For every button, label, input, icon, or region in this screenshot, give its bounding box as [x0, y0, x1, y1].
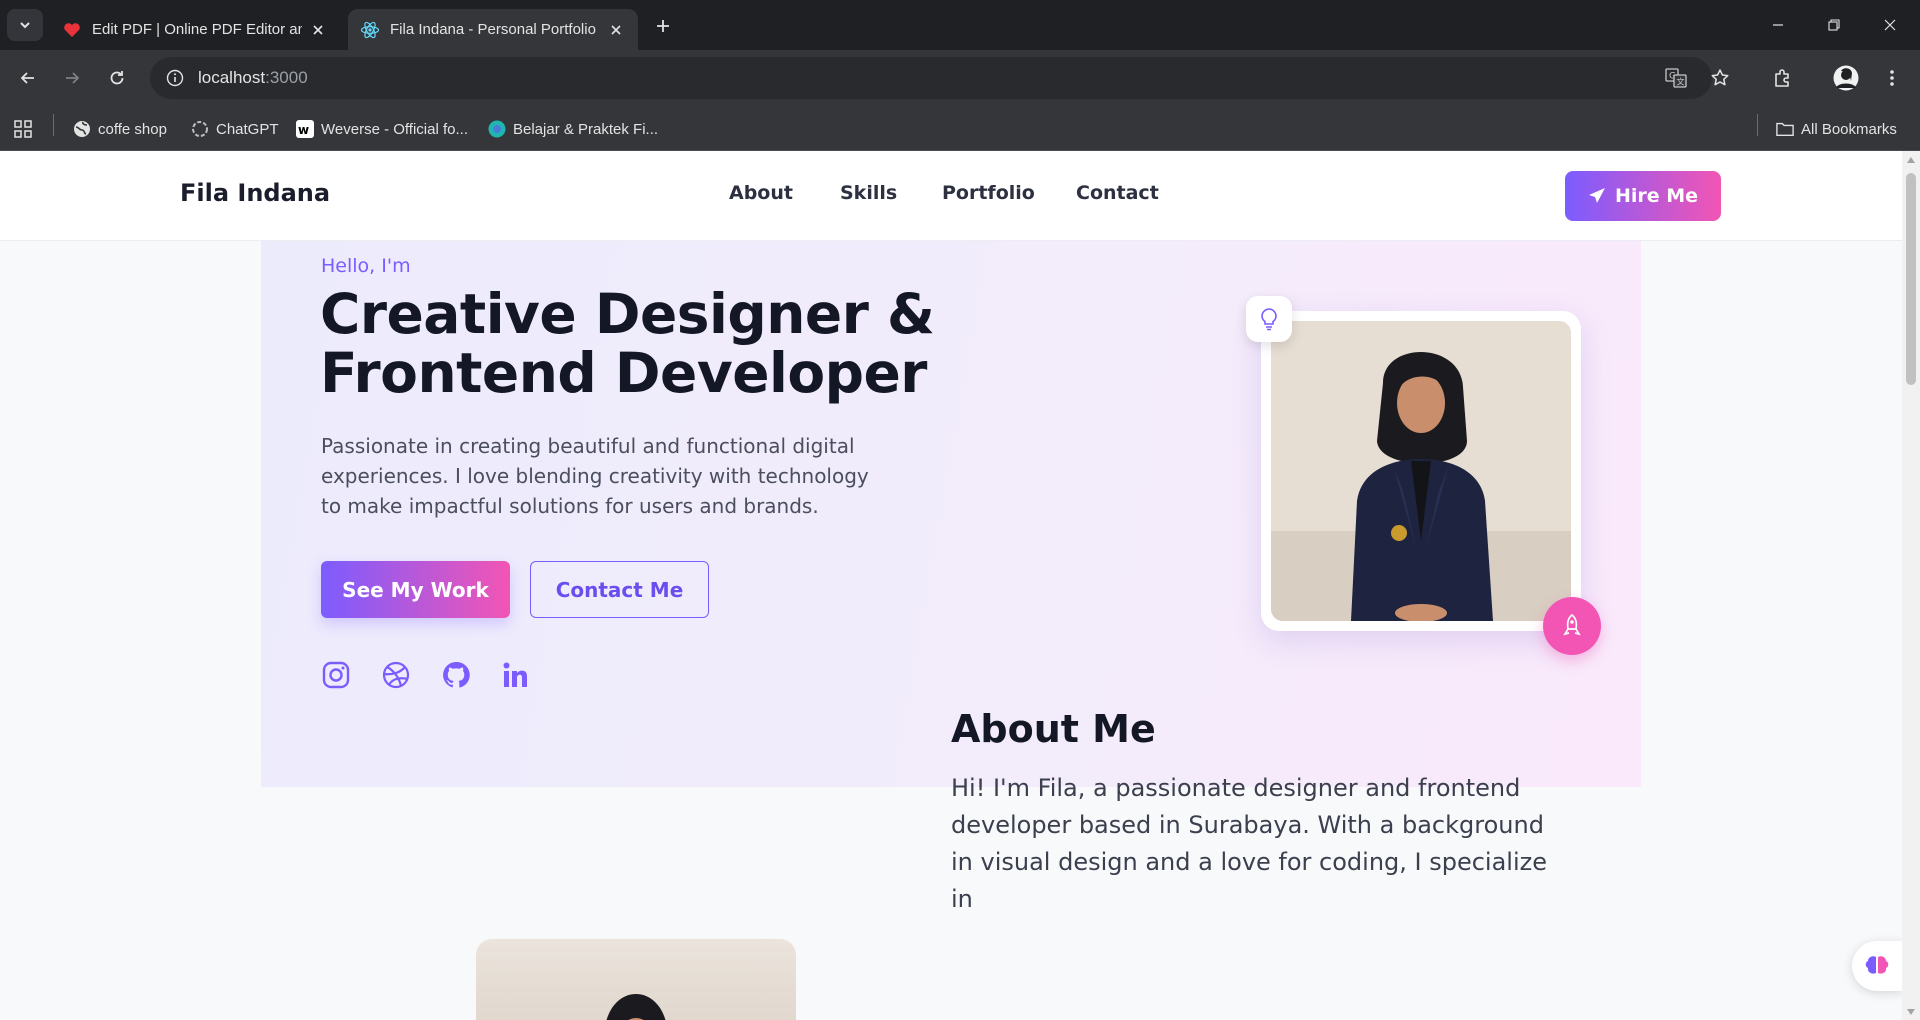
kebab-menu-icon [1890, 70, 1894, 86]
svg-text:w: w [298, 123, 309, 137]
back-button[interactable] [12, 62, 44, 94]
apps-button[interactable] [14, 116, 32, 142]
bookmark-chatgpt[interactable]: ChatGPT [191, 116, 279, 142]
bookmark-separator [53, 114, 54, 136]
arrow-right-icon [66, 72, 80, 84]
scroll-up-arrow[interactable] [1906, 155, 1916, 165]
restore-icon [1828, 19, 1840, 31]
site-info-icon[interactable] [154, 57, 196, 99]
tab-title: Edit PDF | Online PDF Editor and Form Fi… [92, 21, 302, 38]
reload-button[interactable] [101, 62, 133, 94]
browser-tab-portfolio[interactable]: Fila Indana - Personal Portfolio [348, 9, 638, 50]
url-text: localhost:3000 [198, 68, 308, 87]
tab-search-button[interactable] [7, 9, 43, 41]
minimize-icon [1773, 24, 1783, 26]
send-icon [1588, 188, 1605, 203]
bookmark-star-icon[interactable] [1704, 62, 1736, 94]
bookmark-separator [1757, 114, 1758, 136]
restore-button[interactable] [1806, 0, 1862, 50]
translate-icon[interactable]: G文 [1660, 62, 1692, 94]
scroll-down-arrow[interactable] [1906, 1007, 1916, 1017]
lightbulb-icon [1246, 296, 1292, 342]
bookmark-coffe-shop[interactable]: coffe shop [73, 116, 167, 142]
linkedin-icon[interactable] [499, 658, 533, 692]
hero-description: Passionate in creating beautiful and fun… [321, 434, 869, 518]
nav-link-contact[interactable]: Contact [1076, 182, 1159, 204]
about-text: Hi! I'm Fila, a passionate designer and … [951, 774, 1548, 913]
profile-photo [1271, 321, 1571, 621]
headline-line-2: Frontend Developer [320, 341, 927, 405]
github-icon[interactable] [439, 658, 473, 692]
instagram-icon[interactable] [319, 658, 353, 692]
hero-section: Hello, I'm Creative Designer & Frontend … [261, 241, 1641, 787]
menu-button[interactable] [1876, 62, 1908, 94]
nav-link-skills[interactable]: Skills [840, 182, 897, 204]
about-title: About Me [951, 707, 1156, 751]
new-tab-button[interactable] [650, 13, 676, 39]
svg-text:文: 文 [1677, 77, 1685, 87]
about-photo [476, 939, 796, 1020]
page-scrollbar[interactable] [1902, 151, 1920, 1020]
brain-icon [1865, 956, 1889, 974]
tab-title: Fila Indana - Personal Portfolio [390, 21, 596, 38]
browser-tab-bar: Edit PDF | Online PDF Editor and Form Fi… [0, 0, 1920, 50]
profile-avatar[interactable] [1830, 62, 1862, 94]
site-logo[interactable]: Fila Indana [180, 179, 330, 207]
minimize-button[interactable] [1750, 0, 1806, 50]
hero-headline: Creative Designer & Frontend Developer [320, 282, 935, 405]
puzzle-icon [1775, 69, 1789, 87]
plus-icon [657, 20, 669, 32]
hero-greeting: Hello, I'm [321, 255, 411, 277]
reload-icon [110, 71, 124, 85]
address-bar[interactable]: localhost:3000 G文 [150, 57, 1729, 99]
site-header: Fila Indana About Skills Portfolio Conta… [0, 151, 1902, 241]
page-viewport: Fila Indana About Skills Portfolio Conta… [0, 151, 1920, 1020]
headline-line-1: Creative Designer & [320, 282, 935, 346]
contact-me-button[interactable]: Contact Me [530, 561, 709, 618]
nav-link-about[interactable]: About [729, 182, 793, 204]
bookmarks-bar: coffe shop ChatGPT w Weverse - Official … [0, 106, 1920, 151]
pdf-heart-icon [62, 20, 82, 40]
close-icon[interactable] [308, 20, 328, 40]
hire-me-button[interactable]: Hire Me [1565, 171, 1721, 221]
dribbble-icon[interactable] [379, 658, 413, 692]
close-icon [1884, 19, 1896, 31]
browser-toolbar: localhost:3000 G文 [0, 50, 1920, 106]
assistant-brain-button[interactable] [1852, 941, 1902, 991]
openai-icon [191, 120, 209, 138]
extensions-button[interactable] [1766, 62, 1798, 94]
react-icon [360, 20, 380, 40]
see-my-work-button[interactable]: See My Work [321, 561, 510, 618]
forward-button[interactable] [56, 62, 88, 94]
apps-grid-icon [14, 120, 32, 138]
arrow-left-icon [20, 72, 34, 84]
python-icon [488, 120, 506, 138]
avatar-icon [1833, 65, 1859, 91]
nav-link-portfolio[interactable]: Portfolio [942, 182, 1035, 204]
profile-photo-card [1261, 311, 1581, 631]
folder-icon [1776, 120, 1794, 138]
weverse-icon: w [296, 120, 314, 138]
close-icon[interactable] [606, 20, 626, 40]
close-window-button[interactable] [1862, 0, 1918, 50]
bookmark-weverse[interactable]: w Weverse - Official fo... [296, 116, 468, 142]
chevron-down-icon [20, 22, 30, 29]
browser-tab-pdf-editor[interactable]: Edit PDF | Online PDF Editor and Form Fi… [50, 9, 340, 50]
all-bookmarks-button[interactable]: All Bookmarks [1776, 116, 1897, 142]
bookmark-belajar[interactable]: Belajar & Praktek Fi... [488, 116, 658, 142]
rocket-icon [1543, 597, 1601, 655]
globe-icon [73, 120, 91, 138]
scrollbar-thumb[interactable] [1906, 173, 1916, 385]
